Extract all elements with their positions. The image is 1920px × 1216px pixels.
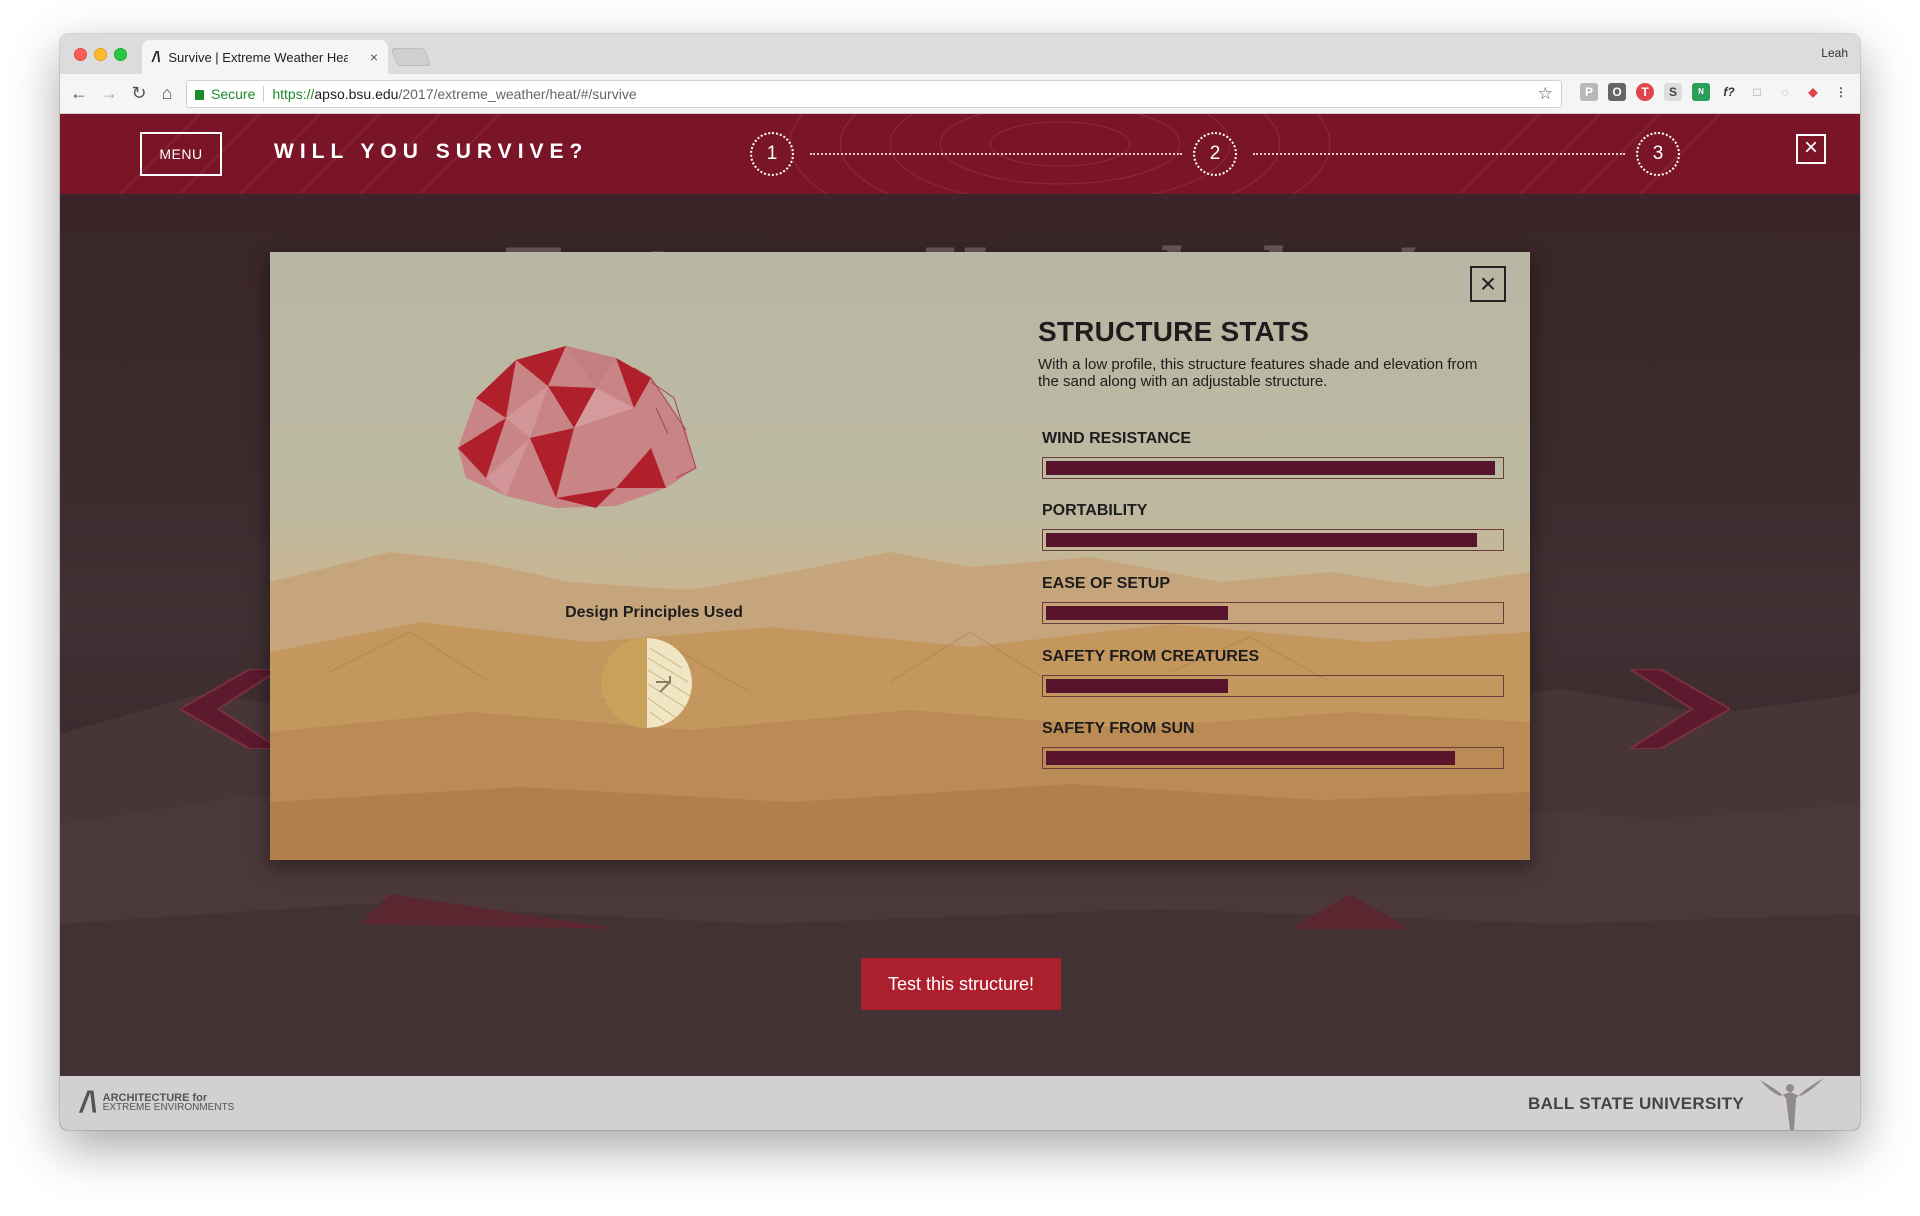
tab-title: Survive | Extreme Weather Hea <box>168 49 349 65</box>
header-close-button[interactable]: × <box>1796 134 1826 164</box>
design-principles-label: Design Principles Used <box>565 604 743 621</box>
step-3-indicator[interactable]: 3 <box>1636 132 1680 176</box>
stat-bar-safety-from-sun <box>1042 747 1504 769</box>
beneficence-statue-icon <box>1760 1078 1824 1130</box>
structure-stats-modal: Design Principles Used × STRUCTURE STATS… <box>270 252 1530 860</box>
url-scheme: https:// <box>272 86 315 102</box>
stat-fill-safety-from-sun <box>1046 751 1455 765</box>
secure-label: Secure <box>211 86 256 102</box>
address-bar[interactable]: Secure https:// apso.bsu.edu /2017/extre… <box>186 80 1562 108</box>
extension-font-icon[interactable]: f? <box>1720 83 1738 101</box>
menu-button[interactable]: MENU <box>140 132 222 176</box>
stat-bar-portability <box>1042 529 1504 551</box>
extension-new-icon[interactable]: N <box>1692 83 1710 101</box>
extension-t-icon[interactable]: T <box>1636 83 1654 101</box>
university-name[interactable]: BALL STATE UNIVERSITY <box>1528 1094 1744 1114</box>
stats-description: With a low profile, this structure featu… <box>1038 356 1478 390</box>
modal-close-button[interactable]: × <box>1470 266 1506 302</box>
site-favicon-icon: /\ <box>152 48 161 66</box>
stat-label-safety-from-creatures: SAFETY FROM CREATURES <box>1042 648 1260 665</box>
stat-fill-safety-from-creatures <box>1046 679 1228 693</box>
step-2-indicator[interactable]: 2 <box>1193 132 1237 176</box>
url-host: apso.bsu.edu <box>314 86 399 102</box>
extension-icons: P O T S N f? □ ◌ ◆ ⋮ <box>1580 83 1850 101</box>
new-tab-button[interactable] <box>390 48 432 66</box>
tab-close-icon[interactable]: × <box>370 49 378 65</box>
site-footer: /\ ARCHITECTURE for EXTREME ENVIRONMENTS… <box>60 1076 1860 1130</box>
test-structure-button[interactable]: Test this structure! <box>861 958 1061 1010</box>
stat-bar-ease-of-setup <box>1042 602 1504 624</box>
forward-arrow-icon[interactable]: → <box>98 82 120 104</box>
extension-circle-icon[interactable]: ◌ <box>1776 83 1794 101</box>
stat-label-ease-of-setup: EASE OF SETUP <box>1042 575 1171 592</box>
browser-menu-icon[interactable]: ⋮ <box>1832 83 1850 101</box>
close-window-button[interactable] <box>74 48 87 61</box>
stat-fill-wind-resistance <box>1046 461 1495 475</box>
reload-icon[interactable]: ↻ <box>128 82 150 104</box>
profile-name[interactable]: Leah <box>1821 46 1848 60</box>
browser-tab[interactable]: /\ Survive | Extreme Weather Hea × <box>142 40 388 74</box>
extension-s-icon[interactable]: S <box>1664 83 1682 101</box>
ax-logo-icon: /\ <box>80 1086 97 1119</box>
lock-icon <box>195 90 204 100</box>
minimize-window-button[interactable] <box>94 48 107 61</box>
bookmark-star-icon[interactable]: ☆ <box>1538 84 1553 104</box>
stat-label-portability: PORTABILITY <box>1042 502 1148 519</box>
extension-o-icon[interactable]: O <box>1608 83 1626 101</box>
stat-fill-ease-of-setup <box>1046 606 1228 620</box>
tab-strip: /\ Survive | Extreme Weather Hea × Leah <box>60 34 1860 74</box>
stats-title: STRUCTURE STATS <box>1038 316 1310 347</box>
site-header: MENU WILL YOU SURVIVE? 1 2 3 × <box>60 114 1860 194</box>
step-1-indicator[interactable]: 1 <box>750 132 794 176</box>
logo-line-2: EXTREME ENVIRONMENTS <box>102 1102 235 1113</box>
stat-label-safety-from-sun: SAFETY FROM SUN <box>1042 720 1195 737</box>
step-connector <box>810 153 1182 155</box>
address-separator <box>263 86 265 102</box>
stat-fill-portability <box>1046 533 1477 547</box>
previous-arrow-icon[interactable] <box>180 669 280 749</box>
step-connector <box>1253 153 1625 155</box>
site-title: WILL YOU SURVIVE? <box>274 140 589 163</box>
maximize-window-button[interactable] <box>114 48 127 61</box>
geodesic-dome-image <box>458 346 697 508</box>
stat-bar-safety-from-creatures <box>1042 675 1504 697</box>
back-arrow-icon[interactable]: ← <box>68 82 90 104</box>
extension-box-icon[interactable]: □ <box>1748 83 1766 101</box>
design-principle-icon[interactable] <box>602 638 692 728</box>
stat-label-wind-resistance: WIND RESISTANCE <box>1042 430 1192 447</box>
extension-p-icon[interactable]: P <box>1580 83 1598 101</box>
extension-color-icon[interactable]: ◆ <box>1804 83 1822 101</box>
home-icon[interactable]: ⌂ <box>156 82 178 104</box>
browser-toolbar: ← → ↻ ⌂ Secure https:// apso.bsu.edu /20… <box>60 74 1860 114</box>
footer-logo[interactable]: /\ ARCHITECTURE for EXTREME ENVIRONMENTS <box>80 1086 235 1119</box>
url-path: /2017/extreme_weather/heat/#/survive <box>398 86 637 102</box>
next-arrow-icon[interactable] <box>1630 669 1730 749</box>
stat-bar-wind-resistance <box>1042 457 1504 479</box>
